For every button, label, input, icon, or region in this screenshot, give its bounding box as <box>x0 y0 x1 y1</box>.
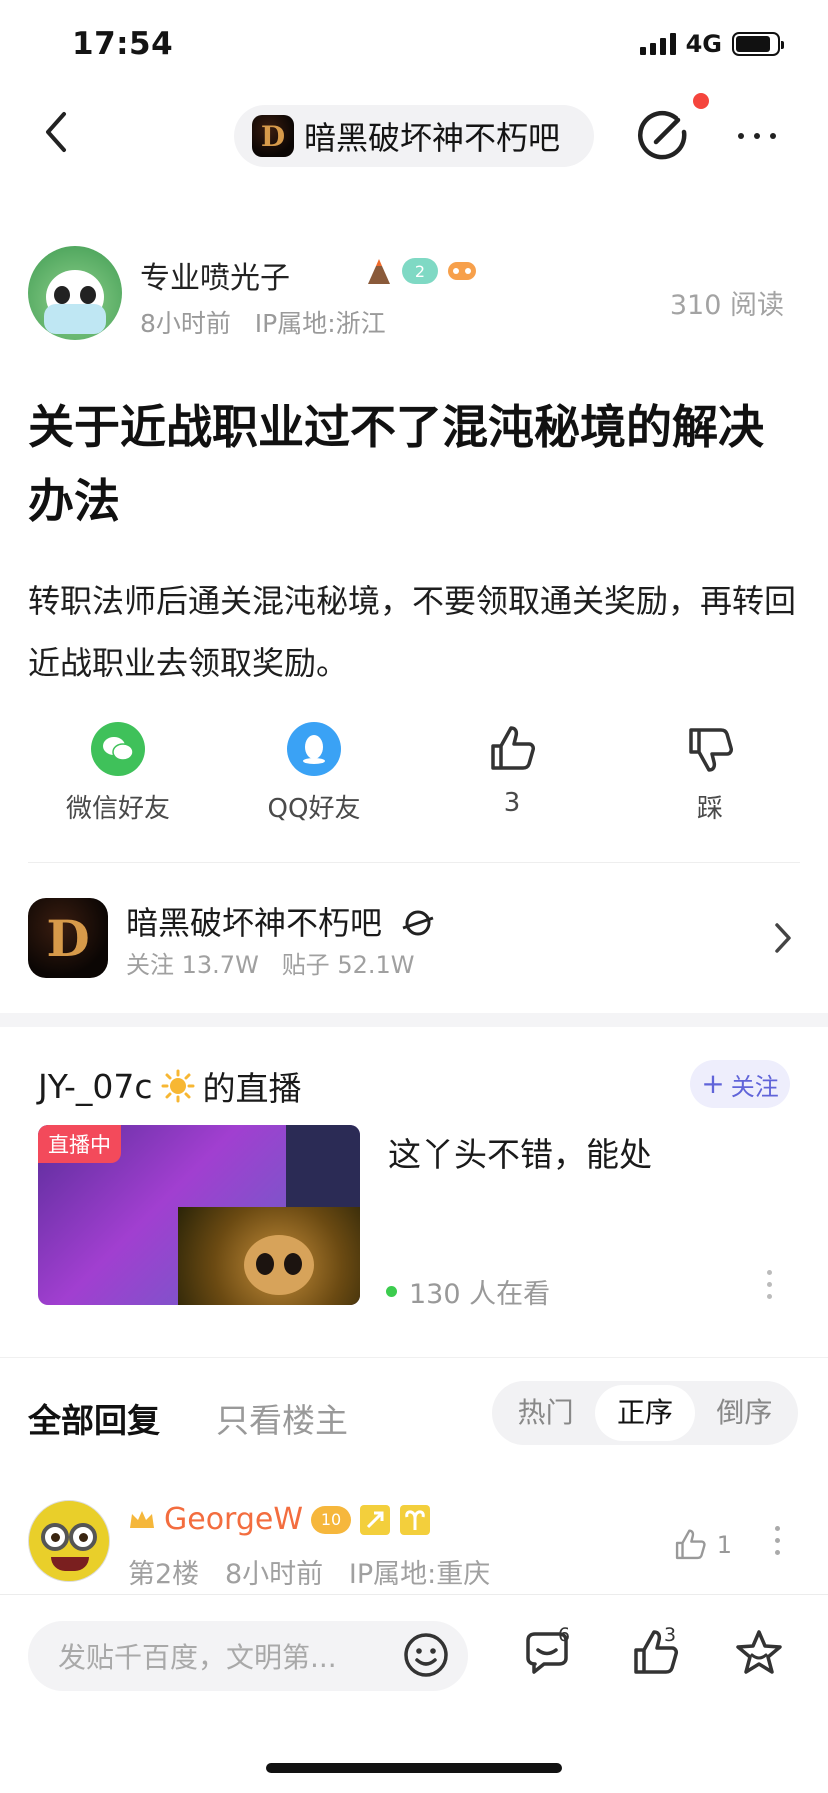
forum-card-logo[interactable]: D <box>28 898 108 978</box>
gamepad-icon <box>448 262 476 280</box>
share-wechat-label: 微信好友 <box>65 794 170 824</box>
comment-like-button[interactable]: 1 <box>673 1528 732 1562</box>
tab-owner-only[interactable]: 只看楼主 <box>216 1394 348 1442</box>
view-count: 310 阅读 <box>669 290 784 321</box>
thumbs-down-icon <box>683 722 737 776</box>
like-count: 3 <box>503 788 521 818</box>
sort-descending[interactable]: 倒序 <box>695 1385 794 1441</box>
sort-ascending[interactable]: 正序 <box>595 1385 695 1441</box>
game-hud <box>286 1125 360 1207</box>
author-name[interactable]: 专业喷光子 <box>140 253 290 297</box>
notification-dot <box>693 93 709 109</box>
edit-icon <box>637 110 687 160</box>
comment-ip: IP属地:重庆 <box>348 1559 491 1590</box>
post-title: 关于近战职业过不了混沌秘境的解决办法 <box>28 400 764 528</box>
thumbs-up-icon <box>675 1529 706 1560</box>
divider <box>0 1357 828 1358</box>
forum-title: 暗黑破坏神不朽吧 <box>304 119 561 157</box>
author-badges: 2 <box>364 256 478 286</box>
emoji-icon <box>404 1633 448 1677</box>
home-indicator[interactable] <box>266 1763 562 1773</box>
aries-badge-icon <box>400 1504 431 1535</box>
live-more-button[interactable] <box>767 1270 772 1299</box>
author-avatar[interactable] <box>28 246 122 340</box>
more-options-button[interactable] <box>738 133 776 139</box>
forum-card-name[interactable]: 暗黑破坏神不朽吧 <box>126 898 436 944</box>
live-dot-icon <box>386 1286 397 1297</box>
emoji-button[interactable] <box>402 1631 450 1683</box>
forum-followers: 关注 13.7W <box>126 951 259 979</box>
sort-toggle: 热门 正序 倒序 <box>492 1381 798 1445</box>
live-title-suffix: 的直播 <box>202 1069 302 1108</box>
forum-card-chevron[interactable] <box>774 922 792 958</box>
dislike-button[interactable]: 踩 <box>625 722 795 825</box>
streamer-name: JY-_07c <box>38 1066 153 1106</box>
divider <box>28 862 800 863</box>
like-button[interactable]: 3 <box>427 722 597 818</box>
status-time: 17:54 <box>72 26 174 62</box>
live-title[interactable]: JY-_07c 的直播 <box>38 1062 302 1110</box>
network-type: 4G <box>685 30 722 58</box>
post-ip: IP属地:浙江 <box>254 309 386 338</box>
share-qq-label: QQ好友 <box>267 794 361 824</box>
follow-streamer-button[interactable]: + 关注 <box>690 1060 790 1108</box>
comment-floor: 第2楼 <box>128 1559 200 1590</box>
plus-icon: + <box>701 1067 725 1100</box>
reply-input-placeholder: 发贴千百度，文明第... <box>58 1641 337 1674</box>
comments-count: 6 <box>558 1624 571 1646</box>
sagittarius-badge-icon <box>360 1504 391 1535</box>
forum-card-stats: 关注 13.7W 贴子 52.1W <box>126 945 414 980</box>
sun-icon <box>161 1069 195 1103</box>
post-time: 8小时前 <box>140 309 231 338</box>
share-wechat-button[interactable]: 微信好友 <box>33 722 203 825</box>
favorite-button[interactable] <box>734 1628 784 1682</box>
volcano-icon <box>368 259 390 284</box>
edit-post-button[interactable] <box>636 110 690 166</box>
comment-like-count: 1 <box>716 1531 732 1559</box>
planet-icon <box>402 910 434 936</box>
tab-all-replies[interactable]: 全部回复 <box>28 1394 160 1442</box>
back-button[interactable] <box>44 110 68 158</box>
cat-face <box>244 1235 314 1295</box>
follow-label: 关注 <box>730 1072 779 1101</box>
live-thumbnail[interactable]: 直播中 <box>38 1125 360 1305</box>
signal-icon <box>639 33 676 55</box>
chevron-right-icon <box>775 923 791 953</box>
sort-hot[interactable]: 热门 <box>496 1385 595 1441</box>
forum-title-pill[interactable]: D 暗黑破坏神不朽吧 <box>234 105 594 167</box>
forum-posts: 贴子 52.1W <box>281 951 415 979</box>
live-viewers: 130 人在看 <box>386 1272 550 1311</box>
qq-icon <box>287 722 341 776</box>
comment-time: 8小时前 <box>224 1559 324 1590</box>
post-meta: 8小时前 IP属地:浙江 <box>140 304 386 340</box>
thumbs-up-icon <box>485 722 539 776</box>
level-badge: 2 <box>402 258 438 284</box>
battery-icon <box>732 32 784 56</box>
live-description[interactable]: 这丫头不错，能处 <box>388 1128 652 1176</box>
crown-icon <box>130 1510 154 1528</box>
comment-level-badge: 10 <box>311 1505 352 1534</box>
comment-meta: 第2楼 8小时前 IP属地:重庆 <box>128 1552 490 1591</box>
bottom-like-count: 3 <box>664 1624 677 1646</box>
section-separator <box>0 1013 828 1027</box>
share-qq-button[interactable]: QQ好友 <box>229 722 399 825</box>
comment-more-button[interactable] <box>775 1526 780 1555</box>
comment-author[interactable]: GeorgeW 10 <box>128 1502 431 1537</box>
wechat-icon <box>91 722 145 776</box>
star-icon <box>736 1630 782 1674</box>
forum-logo-icon: D <box>252 115 294 157</box>
chevron-left-icon <box>46 112 66 152</box>
comment-avatar[interactable] <box>28 1500 110 1582</box>
status-indicators: 4G <box>639 30 784 58</box>
live-badge: 直播中 <box>38 1125 121 1163</box>
action-row: 微信好友 QQ好友 3 踩 <box>0 722 828 825</box>
post-body: 转职法师后通关混沌秘境，不要领取通关奖励，再转回近战职业去领取奖励。 <box>28 582 797 682</box>
dislike-label: 踩 <box>696 794 723 824</box>
